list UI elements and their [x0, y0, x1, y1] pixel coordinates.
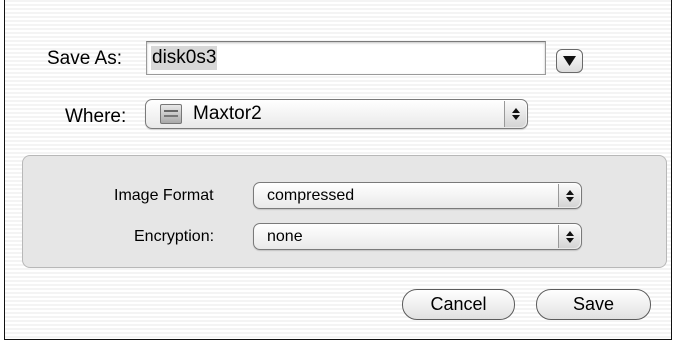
image-format-value: compressed	[267, 187, 355, 204]
where-popup[interactable]: Maxtor2	[145, 99, 528, 129]
where-label: Where:	[65, 106, 127, 127]
cancel-button[interactable]: Cancel	[402, 289, 515, 320]
popup-arrows-icon	[558, 184, 580, 207]
image-format-popup[interactable]: compressed	[253, 182, 582, 209]
encryption-value: none	[267, 228, 303, 245]
popup-arrows-icon	[504, 101, 526, 127]
save-button[interactable]: Save	[536, 289, 651, 320]
save-as-value: disk0s3	[151, 46, 218, 70]
image-format-label: Image Format	[114, 187, 214, 204]
encryption-popup[interactable]: none	[253, 223, 582, 250]
save-as-label: Save As:	[47, 48, 122, 69]
expand-dialog-button[interactable]	[556, 49, 583, 73]
encryption-label: Encryption:	[134, 228, 215, 245]
options-panel	[22, 155, 667, 268]
where-value: Maxtor2	[193, 103, 262, 124]
hard-disk-icon	[160, 104, 182, 124]
triangle-down-icon	[563, 55, 576, 66]
save-as-field[interactable]: disk0s3	[146, 41, 546, 75]
popup-arrows-icon	[558, 225, 580, 248]
